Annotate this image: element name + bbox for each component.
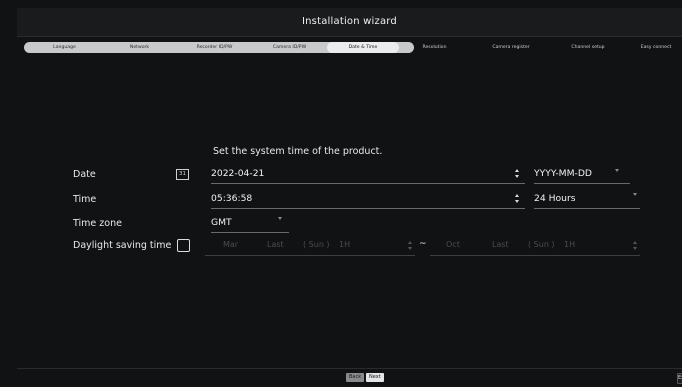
timezone-value: GMT: [211, 217, 232, 228]
dst-start-hour: 1H: [339, 240, 351, 249]
time-value: 05:36:58: [211, 193, 253, 204]
dst-range-separator: ~: [419, 239, 427, 249]
time-format-select[interactable]: 24 Hours: [534, 193, 640, 209]
date-spinner-icon[interactable]: [515, 169, 521, 179]
step-camera-id-pw[interactable]: Camera ID/PW: [252, 42, 327, 53]
exit-button[interactable]: Ex: [677, 373, 682, 384]
date-value: 2022-04-21: [211, 168, 265, 179]
step-channel-setup[interactable]: Channel setup: [552, 42, 624, 53]
step-recorder-id-pw[interactable]: Recorder ID/PW: [177, 42, 252, 53]
dst-end-hour: 1H: [564, 240, 576, 249]
wizard-title: Installation wizard: [302, 16, 397, 27]
time-spinner-icon[interactable]: [515, 194, 521, 204]
time-format-value: 24 Hours: [534, 193, 576, 204]
date-field[interactable]: 2022-04-21: [211, 168, 525, 184]
timezone-label: Time zone: [73, 218, 122, 229]
date-label: Date: [73, 169, 96, 180]
dst-checkbox[interactable]: [177, 239, 190, 252]
chevron-down-icon: [633, 193, 637, 196]
step-resolution[interactable]: Resolution: [402, 42, 467, 53]
dst-end-week: Last: [492, 240, 509, 249]
wizard-steps: Language Network Recorder ID/PW Camera I…: [17, 38, 682, 58]
step-camera-register[interactable]: Camera register: [475, 42, 547, 53]
calendar-icon[interactable]: 31: [176, 169, 189, 180]
next-button[interactable]: Next: [366, 373, 384, 382]
step-network[interactable]: Network: [102, 42, 177, 53]
date-format-value: YYYY-MM-DD: [534, 168, 592, 179]
back-button[interactable]: Back: [346, 373, 365, 382]
chevron-down-icon: [278, 217, 282, 220]
step-language[interactable]: Language: [27, 42, 102, 53]
chevron-down-icon: [615, 169, 619, 172]
time-label: Time: [73, 194, 97, 205]
dst-end-spinner-icon[interactable]: [633, 241, 639, 251]
time-field[interactable]: 05:36:58: [211, 193, 525, 209]
dst-start-day: ( Sun ): [303, 240, 330, 249]
footer-bar: Back Next Ex: [17, 368, 682, 387]
dst-end-day: ( Sun ): [528, 240, 555, 249]
dst-start-week: Last: [267, 240, 284, 249]
dst-start-field[interactable]: Mar Last ( Sun ) 1H: [205, 240, 415, 256]
step-date-time[interactable]: Date & Time: [327, 42, 399, 53]
dst-end-month: Oct: [446, 240, 460, 249]
dst-end-field[interactable]: Oct Last ( Sun ) 1H: [430, 240, 640, 256]
dst-start-month: Mar: [223, 240, 239, 249]
dst-start-spinner-icon[interactable]: [408, 241, 414, 251]
page-heading: Set the system time of the product.: [213, 146, 383, 157]
step-easy-connect[interactable]: Easy connect: [630, 42, 682, 53]
dst-label: Daylight saving time: [73, 240, 172, 251]
title-bar: Installation wizard: [17, 8, 682, 37]
date-time-panel: Set the system time of the product. Date…: [0, 58, 682, 368]
